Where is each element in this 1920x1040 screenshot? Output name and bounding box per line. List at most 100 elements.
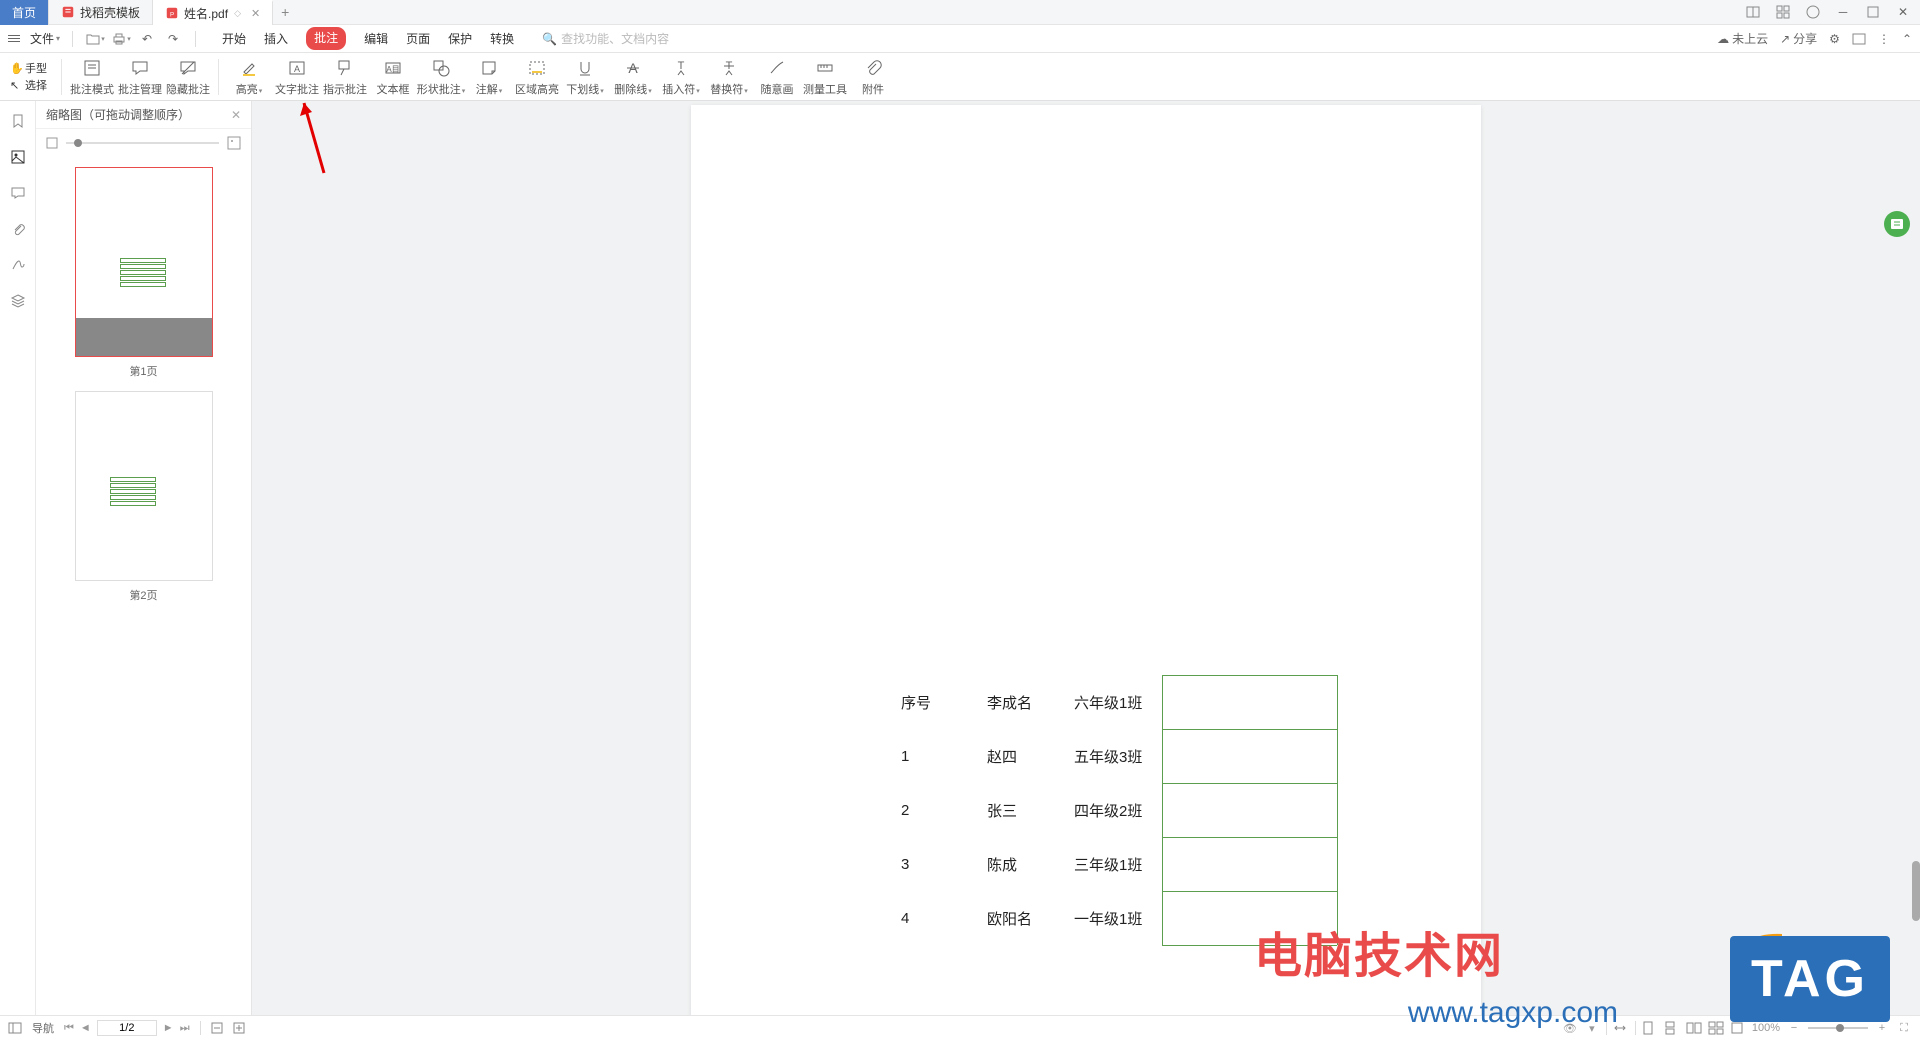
next-page-icon[interactable]: ► (163, 1022, 174, 1034)
insert-caret-button[interactable]: T插入符▾ (657, 57, 705, 97)
workspace: 缩略图（可拖动调整顺序） ✕ 第1页 第2页 (0, 101, 1920, 1015)
menu-tab-convert[interactable]: 转换 (490, 27, 514, 50)
grid-icon[interactable] (1772, 1, 1794, 23)
attachment-side-icon[interactable] (8, 219, 28, 239)
thumb-size-small-icon[interactable] (46, 137, 58, 149)
svg-text:P: P (170, 12, 174, 19)
thumb-size-large-icon[interactable] (227, 136, 241, 150)
sidebar-icons (0, 101, 36, 1015)
file-menu[interactable]: 文件▾ (30, 30, 60, 47)
print-icon[interactable]: ▾ (111, 29, 131, 49)
strikethrough-button[interactable]: A删除线▾ (609, 57, 657, 97)
replace-caret-button[interactable]: T替换符▾ (705, 57, 753, 97)
search-box[interactable]: 🔍 (542, 32, 721, 46)
redo-icon[interactable]: ↷ (163, 29, 183, 49)
comments-icon[interactable] (8, 183, 28, 203)
ribbon-group-2: 高亮▾ A文字批注 指示批注 A目文本框 形状批注▾ 注解▾ 区域高亮 下划线▾… (225, 57, 897, 97)
freehand-button[interactable]: 随意画 (753, 57, 801, 97)
share-icon: ↗ (1780, 32, 1790, 46)
zoom-in-icon[interactable] (233, 1022, 245, 1034)
menu-tab-start[interactable]: 开始 (222, 27, 246, 50)
text-annotate-button[interactable]: A文字批注 (273, 57, 321, 97)
two-page-icon[interactable] (1686, 1021, 1702, 1035)
select-tool[interactable]: ↖选择 (10, 77, 47, 93)
zoom-out-icon[interactable] (211, 1022, 223, 1034)
maximize-button[interactable] (1862, 1, 1884, 23)
settings-icon[interactable]: ⚙ (1829, 32, 1840, 46)
divider (61, 59, 62, 95)
hamburger-icon[interactable] (8, 31, 24, 47)
attachment-button[interactable]: 附件 (849, 57, 897, 97)
skin-icon[interactable] (1802, 1, 1824, 23)
shape-annotate-button[interactable]: 形状批注▾ (417, 57, 465, 97)
zoom-slider[interactable] (1808, 1027, 1868, 1029)
area-highlight-button[interactable]: 区域高亮 (513, 57, 561, 97)
document-area[interactable]: 序号李成名六年级1班 1赵四五年级3班 2张三四年级2班 3陈成三年级1班 4欧… (252, 101, 1920, 1015)
bookmark-icon[interactable] (8, 111, 28, 131)
pin-icon[interactable]: ◇ (234, 8, 241, 19)
zoom-plus-icon[interactable]: + (1874, 1022, 1890, 1034)
zoom-level[interactable]: 100% (1752, 1022, 1780, 1034)
layers-icon[interactable] (8, 291, 28, 311)
text-annotate-icon: A (287, 57, 307, 79)
first-page-icon[interactable]: ⏮ (64, 1022, 74, 1035)
note-button[interactable]: 注解▾ (465, 57, 513, 97)
sticky-icon (479, 57, 499, 79)
doc-tab[interactable]: P 姓名.pdf ◇ ✕ (153, 0, 273, 25)
thumb-size-slider[interactable] (66, 142, 219, 144)
template-tab[interactable]: 找稻壳模板 (49, 0, 153, 25)
new-tab-button[interactable]: + (273, 4, 297, 20)
collapse-ribbon-icon[interactable]: ⌃ (1902, 32, 1912, 46)
close-window-button[interactable]: ✕ (1892, 1, 1914, 23)
thumbnail-icon[interactable] (8, 147, 28, 167)
point-annotate-button[interactable]: 指示批注 (321, 57, 369, 97)
thumbnail-1[interactable]: 第1页 (75, 167, 213, 379)
continuous-icon[interactable] (1664, 1021, 1680, 1035)
textbox-button[interactable]: A目文本框 (369, 57, 417, 97)
underline-button[interactable]: 下划线▾ (561, 57, 609, 97)
caret-icon: T (671, 57, 691, 79)
nav-toggle-icon[interactable] (8, 1021, 22, 1035)
zoom-minus-icon[interactable]: − (1786, 1022, 1802, 1034)
menu-tab-page[interactable]: 页面 (406, 27, 430, 50)
floating-help-button[interactable] (1884, 211, 1910, 237)
ruler-icon (815, 57, 835, 79)
last-page-icon[interactable]: ⏭ (180, 1022, 190, 1035)
expand-icon[interactable]: ⛶ (1896, 1022, 1912, 1035)
menu-tab-annotate[interactable]: 批注 (306, 27, 346, 50)
measure-button[interactable]: 测量工具 (801, 57, 849, 97)
menu-tab-edit[interactable]: 编辑 (364, 27, 388, 50)
open-icon[interactable]: ▾ (85, 29, 105, 49)
share-button[interactable]: ↗分享 (1780, 30, 1817, 47)
single-page-icon[interactable] (1642, 1021, 1658, 1035)
thumbnail-2[interactable]: 第2页 (75, 391, 213, 603)
search-input[interactable] (561, 32, 721, 46)
menu-tab-insert[interactable]: 插入 (264, 27, 288, 50)
prev-page-icon[interactable]: ◄ (80, 1022, 91, 1034)
table-hline (1162, 783, 1337, 784)
page-1: 序号李成名六年级1班 1赵四五年级3班 2张三四年级2班 3陈成三年级1班 4欧… (691, 105, 1481, 1015)
annotate-mode-button[interactable]: 批注模式 (68, 57, 116, 97)
cloud-status[interactable]: ☁未上云 (1717, 30, 1768, 47)
signature-icon[interactable] (8, 255, 28, 275)
close-panel-icon[interactable]: ✕ (231, 108, 241, 122)
hide-annotate-button[interactable]: 隐藏批注 (164, 57, 212, 97)
fullscreen-icon[interactable] (1730, 1021, 1746, 1035)
minimize-button[interactable]: ─ (1832, 1, 1854, 23)
undo-icon[interactable]: ↶ (137, 29, 157, 49)
scrollbar-thumb[interactable] (1912, 861, 1920, 921)
two-continuous-icon[interactable] (1708, 1021, 1724, 1035)
menu-tab-protect[interactable]: 保护 (448, 27, 472, 50)
panel-icon[interactable] (1852, 32, 1866, 46)
highlight-button[interactable]: 高亮▾ (225, 57, 273, 97)
shape-icon (431, 57, 451, 79)
home-tab[interactable]: 首页 (0, 0, 49, 25)
nav-label[interactable]: 导航 (32, 1020, 54, 1036)
layout-icon[interactable] (1742, 1, 1764, 23)
more-icon[interactable]: ⋮ (1878, 32, 1890, 46)
close-tab-icon[interactable]: ✕ (251, 7, 260, 20)
hand-tool[interactable]: ✋手型 (10, 60, 47, 76)
hide-comment-icon (178, 57, 198, 79)
annotate-manage-button[interactable]: 批注管理 (116, 57, 164, 97)
page-input[interactable] (97, 1020, 157, 1036)
